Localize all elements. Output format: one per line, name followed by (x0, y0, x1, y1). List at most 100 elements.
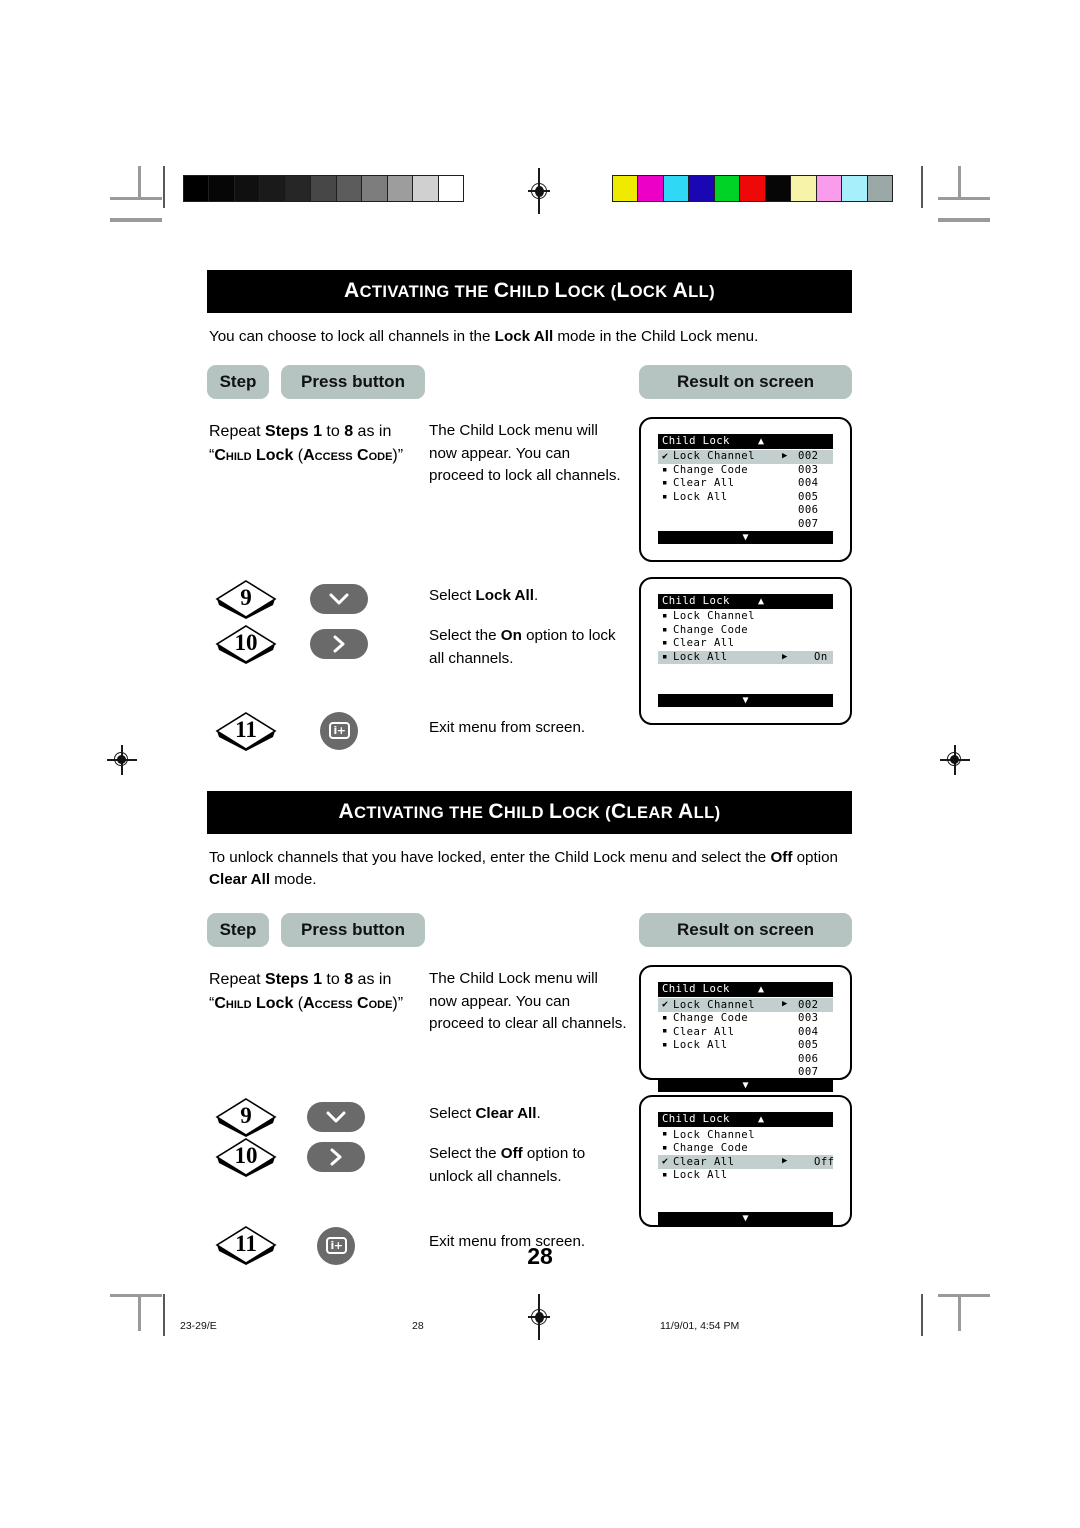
osd-menu-item-label: Clear All (673, 637, 735, 650)
scroll-down-bar[interactable]: ▼ (658, 531, 833, 545)
calibration-patch (387, 176, 414, 201)
osd-menu-item[interactable]: ✔ Clear All ▶ Off (658, 1155, 835, 1169)
footer-right: 11/9/01, 4:54 PM (660, 1320, 740, 1332)
calibration-patch (234, 176, 261, 201)
channel-number: 004 (798, 1025, 819, 1038)
bullet-icon: ▪ (662, 1129, 668, 1140)
down-arrow-button-s2[interactable] (307, 1102, 365, 1133)
right-arrow-icon: ▶ (782, 651, 788, 662)
footer-center: 28 (412, 1320, 424, 1332)
osd-item-list: ▪ Lock Channel ▪ Change Code ✔ Clear All ▶ Off ▪… (658, 1128, 835, 1183)
manual-page: ACTIVATING THE CHILD LOCK (LOCK ALL) You… (0, 0, 1080, 1528)
tv-screen-clear-all-2: Child Lock ▲ ▪ Lock Channel ▪ Change Code ✔ Cle… (639, 1095, 852, 1228)
scroll-down-bar[interactable]: ▼ (658, 694, 833, 708)
crop-mark-bl-v (138, 1297, 141, 1331)
bullet-icon: ▪ (662, 478, 668, 489)
crop-mark-tr-v (958, 166, 961, 200)
calibration-patch (362, 176, 388, 201)
scroll-up-icon[interactable]: ▲ (758, 436, 764, 447)
section-clear-all: ACTIVATING THE CHILD LOCK (CLEAR ALL) To… (207, 791, 852, 1277)
osd-menu-item[interactable]: ▪ Lock All (658, 1169, 833, 1183)
osd-menu-item[interactable]: ▪ Lock Channel (658, 1128, 833, 1142)
calibration-patch (791, 176, 817, 201)
calibration-patch (638, 176, 664, 201)
osd-menu-item-label: Lock Channel (673, 450, 755, 463)
bullet-icon: ▪ (662, 624, 668, 635)
scroll-up-icon[interactable]: ▲ (758, 984, 764, 995)
osd-menu-item-label: Change Code (673, 623, 749, 636)
exit-menu-icon-s1: i+ (329, 722, 350, 740)
osd-menu-item-label: Clear All (673, 1155, 735, 1168)
calibration-patch (842, 176, 868, 201)
bullet-icon: ▪ (662, 1026, 668, 1037)
header-step: Step (207, 365, 269, 400)
crop-mark-tr-h (938, 197, 990, 200)
calibration-patch (714, 176, 741, 201)
step-10-result-s2: Select the Off option to unlock all chan… (429, 1145, 586, 1185)
channel-number: 005 (798, 490, 819, 503)
channel-number: 002 (798, 998, 819, 1011)
osd-menu-item-label: Lock All (673, 1039, 728, 1052)
osd-menu-item-label: Change Code (673, 1012, 749, 1025)
scroll-up-icon[interactable]: ▲ (758, 596, 764, 607)
scroll-up-icon[interactable]: ▲ (758, 1114, 764, 1125)
bullet-icon: ▪ (662, 464, 668, 475)
calibration-patch (184, 176, 210, 201)
bullet-icon: ▪ (662, 491, 668, 502)
osd-title: Child Lock (662, 595, 730, 608)
osd-menu-item[interactable]: ▪ Change Code (658, 1142, 833, 1156)
step-11-result-s1: Exit menu from screen. (429, 719, 586, 737)
osd-menu-item[interactable]: ▪ Change Code (658, 624, 833, 638)
crop-mark-tr-h2 (938, 218, 990, 222)
section-intro-lock-all: You can choose to lock all channels in t… (209, 328, 759, 345)
section-lock-all: ACTIVATING THE CHILD LOCK (LOCK ALL) You… (207, 270, 852, 799)
osd-menu-item[interactable]: ▪ Lock Channel (658, 610, 833, 624)
right-arrow-button-s2[interactable] (307, 1142, 365, 1173)
osd-spacer (658, 664, 833, 694)
channel-number: 005 (798, 1039, 819, 1052)
channel-number: 006 (798, 504, 819, 517)
right-arrow-button-s1[interactable] (310, 629, 368, 660)
calibration-patch (867, 176, 892, 201)
step-9-result-s1: Select Lock All. (429, 587, 539, 605)
registration-mark-top (528, 168, 550, 214)
channel-list: 002 003 004 005 006 007 (798, 998, 818, 1079)
calibration-patch (311, 176, 337, 201)
osd-menu-item-label: Change Code (673, 1142, 749, 1155)
scroll-down-bar[interactable]: ▼ (658, 1212, 833, 1226)
header-step-2: Step (207, 913, 269, 948)
step-number-11-label-s1: 11 (235, 717, 257, 743)
down-arrow-button-s1[interactable] (310, 584, 368, 615)
calibration-patch (260, 176, 286, 201)
osd-menu-item-label: Lock All (673, 1169, 728, 1182)
osd-title-bar: Child Lock ▲ (658, 1112, 833, 1128)
step-number-9-s2: 9 (215, 1097, 277, 1138)
header-press-button-2: Press button (281, 913, 425, 948)
header-result-2: Result on screen (639, 913, 852, 948)
channel-number: 003 (798, 463, 819, 476)
osd-menu-item-value: On (814, 650, 828, 663)
channel-number: 007 (798, 517, 819, 530)
osd-title-bar: Child Lock ▲ (658, 982, 833, 998)
bullet-icon: ▪ (662, 651, 668, 662)
step-number-10-label-s1: 10 (234, 630, 258, 656)
osd-menu-item[interactable]: ▪ Lock All ▶ On (658, 650, 833, 665)
scroll-down-bar[interactable]: ▼ (658, 1079, 833, 1093)
crop-mark-tl-h (110, 197, 162, 200)
color-calibration-bar (612, 175, 893, 202)
checkmark-icon: ✔ (662, 1155, 669, 1167)
step-number-10-s1: 10 (215, 624, 277, 665)
osd-menu-item[interactable]: ▪ Clear All (658, 637, 833, 651)
page-content: ACTIVATING THE CHILD LOCK (LOCK ALL) You… (207, 270, 852, 1277)
bullet-icon: ▪ (662, 1169, 668, 1180)
section-intro-clear-all: To unlock channels that you have locked,… (209, 849, 838, 889)
bullet-icon: ▪ (662, 1142, 668, 1153)
checkmark-icon: ✔ (662, 998, 669, 1010)
right-arrow-icon: ▶ (782, 999, 788, 1010)
osd-menu-item-label: Change Code (673, 463, 749, 476)
channel-number: 004 (798, 477, 819, 490)
osd-menu-item-value: Off (814, 1155, 835, 1168)
osd-menu-item-label: Lock All (673, 490, 728, 503)
osd-menu-item-label: Lock Channel (673, 610, 755, 623)
exit-menu-button-s1[interactable]: i+ (320, 712, 358, 751)
